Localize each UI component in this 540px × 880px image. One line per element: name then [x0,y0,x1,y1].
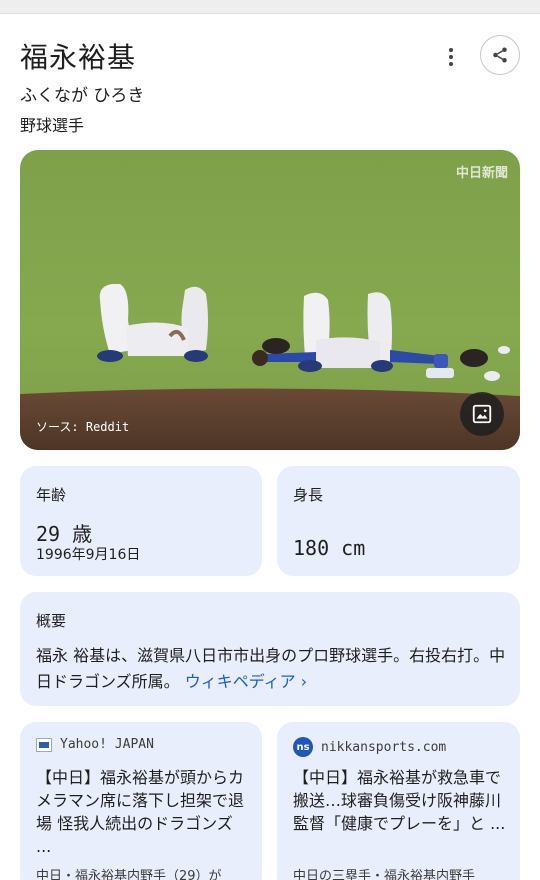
height-card: 身長 180 cm [277,466,520,576]
image-source-label: ソース: Reddit [36,420,130,434]
overview-card: 概要 福永 裕基は、滋賀県八日市市出身のプロ野球選手。右投右打。中日ドラゴンズ所… [20,592,520,706]
more-dot-icon [449,62,453,66]
top-edge-bar [0,0,540,14]
news-source-name: nikkansports.com [321,739,447,755]
height-label: 身長 [293,486,324,504]
news-snippet: 中日の三塁手・福永裕基内野手 [293,869,476,880]
view-images-button[interactable] [460,392,504,436]
news-source-name: Yahoo! JAPAN [60,737,154,752]
age-card: 年齢 29 歳 1996年9月16日 [20,466,262,576]
overview-text-block: 福永 裕基は、滋賀県八日市市出身のプロ野球選手。右投右打。中日ドラゴンズ所属。 … [36,643,506,695]
news-title: 【中日】福永裕基が頭からカメラマン席に落下し担架で退場 怪我人続出のドラゴンズ … [36,768,245,856]
news-card[interactable]: Yahoo! JAPAN 【中日】福永裕基が頭からカメラマン席に落下し担架で退場… [20,722,262,880]
share-button[interactable] [480,35,520,75]
yahoo-favicon-icon [36,737,52,752]
wikipedia-link[interactable]: ウィキペディア › [185,672,307,691]
entity-description: 野球選手 [20,116,85,135]
more-dot-icon [449,48,453,52]
image-watermark: 中日新聞 [455,166,508,181]
more-dot-icon [449,55,453,59]
age-value: 29 歳 [36,522,93,546]
overview-label: 概要 [36,612,67,630]
news-card[interactable]: ns nikkansports.com 【中日】福永裕基が救急車で搬送…球審負傷… [277,722,520,880]
news-source: Yahoo! JAPAN [36,737,154,752]
entity-image[interactable]: 中日新聞 ソース: Reddit [20,150,520,450]
news-title: 【中日】福永裕基が救急車で搬送…球審負傷受け阪神藤川監督「健康でプレーを」と .… [293,768,506,833]
entity-title: 福永裕基 [20,41,137,74]
birth-date: 1996年9月16日 [36,547,141,563]
news-source: ns nikkansports.com [293,737,446,757]
age-label: 年齢 [36,486,67,504]
news-snippet: 中日・福永裕基内野手（29）が [36,869,222,880]
image-gallery-icon [472,404,492,424]
photo-graphic [20,150,520,450]
share-icon [493,47,507,63]
entity-reading: ふくなが ひろき [20,86,145,106]
more-options-button[interactable] [436,42,466,72]
height-value: 180 cm [293,536,366,560]
nikkansports-favicon-icon: ns [293,737,313,757]
